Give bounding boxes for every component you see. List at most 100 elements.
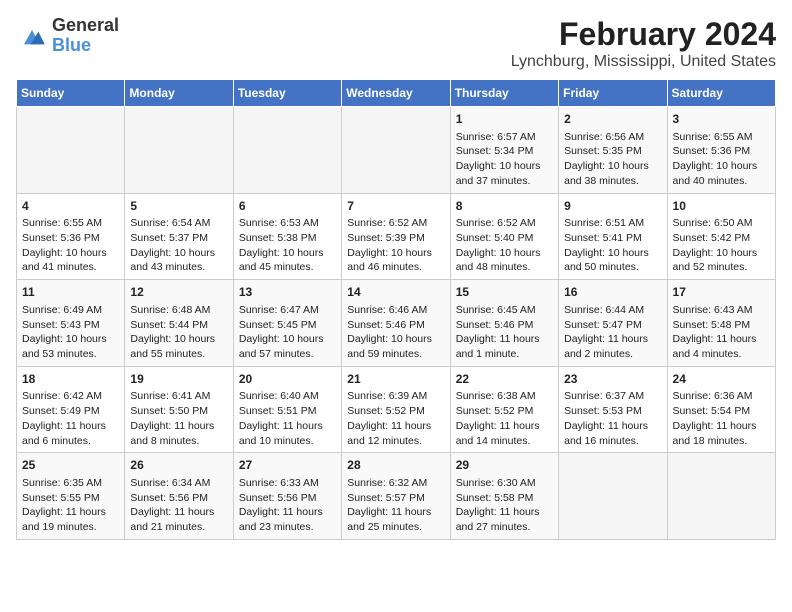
day-info-line: and 57 minutes. bbox=[239, 347, 336, 362]
calendar-cell: 17Sunrise: 6:43 AMSunset: 5:48 PMDayligh… bbox=[667, 280, 775, 367]
day-of-week-header: Tuesday bbox=[233, 80, 341, 107]
day-number: 21 bbox=[347, 371, 444, 388]
day-info-line: and 37 minutes. bbox=[456, 174, 553, 189]
day-info-line: Sunset: 5:56 PM bbox=[130, 491, 227, 506]
day-info-line: and 10 minutes. bbox=[239, 434, 336, 449]
logo: General Blue bbox=[16, 16, 119, 56]
day-info-line: and 12 minutes. bbox=[347, 434, 444, 449]
title-block: February 2024 Lynchburg, Mississippi, Un… bbox=[511, 16, 776, 71]
day-info-line: and 1 minute. bbox=[456, 347, 553, 362]
calendar-cell: 7Sunrise: 6:52 AMSunset: 5:39 PMDaylight… bbox=[342, 193, 450, 280]
day-info-line: and 46 minutes. bbox=[347, 260, 444, 275]
day-info-line: Daylight: 10 hours bbox=[564, 159, 661, 174]
day-info-line: Daylight: 10 hours bbox=[347, 246, 444, 261]
day-info-line: Sunset: 5:53 PM bbox=[564, 404, 661, 419]
day-info-line: Daylight: 11 hours bbox=[564, 419, 661, 434]
day-info-line: Sunrise: 6:57 AM bbox=[456, 130, 553, 145]
day-info-line: Sunset: 5:58 PM bbox=[456, 491, 553, 506]
day-info-line: Sunset: 5:42 PM bbox=[673, 231, 770, 246]
day-number: 19 bbox=[130, 371, 227, 388]
day-number: 10 bbox=[673, 198, 770, 215]
day-number: 24 bbox=[673, 371, 770, 388]
day-info-line: Daylight: 11 hours bbox=[130, 419, 227, 434]
day-info-line: Daylight: 10 hours bbox=[130, 246, 227, 261]
day-info-line: Sunrise: 6:46 AM bbox=[347, 303, 444, 318]
day-info-line: Sunset: 5:52 PM bbox=[456, 404, 553, 419]
calendar-cell: 25Sunrise: 6:35 AMSunset: 5:55 PMDayligh… bbox=[17, 453, 125, 540]
day-info-line: and 6 minutes. bbox=[22, 434, 119, 449]
day-info-line: Sunrise: 6:30 AM bbox=[456, 476, 553, 491]
day-info-line: and 14 minutes. bbox=[456, 434, 553, 449]
day-of-week-header: Wednesday bbox=[342, 80, 450, 107]
day-info-line: Sunset: 5:35 PM bbox=[564, 144, 661, 159]
day-info-line: Sunset: 5:52 PM bbox=[347, 404, 444, 419]
calendar-cell bbox=[233, 107, 341, 194]
day-number: 6 bbox=[239, 198, 336, 215]
day-number: 7 bbox=[347, 198, 444, 215]
day-info-line: Sunrise: 6:54 AM bbox=[130, 216, 227, 231]
day-number: 14 bbox=[347, 284, 444, 301]
calendar-cell: 11Sunrise: 6:49 AMSunset: 5:43 PMDayligh… bbox=[17, 280, 125, 367]
day-number: 5 bbox=[130, 198, 227, 215]
calendar-cell: 21Sunrise: 6:39 AMSunset: 5:52 PMDayligh… bbox=[342, 366, 450, 453]
day-number: 22 bbox=[456, 371, 553, 388]
day-info-line: and 53 minutes. bbox=[22, 347, 119, 362]
calendar-cell bbox=[559, 453, 667, 540]
calendar-cell: 12Sunrise: 6:48 AMSunset: 5:44 PMDayligh… bbox=[125, 280, 233, 367]
day-info-line: and 52 minutes. bbox=[673, 260, 770, 275]
calendar-week-row: 11Sunrise: 6:49 AMSunset: 5:43 PMDayligh… bbox=[17, 280, 776, 367]
day-info-line: Sunrise: 6:37 AM bbox=[564, 389, 661, 404]
day-info-line: Sunset: 5:37 PM bbox=[130, 231, 227, 246]
day-info-line: Sunrise: 6:33 AM bbox=[239, 476, 336, 491]
day-info-line: and 48 minutes. bbox=[456, 260, 553, 275]
day-number: 17 bbox=[673, 284, 770, 301]
day-info-line: Sunrise: 6:42 AM bbox=[22, 389, 119, 404]
day-info-line: Sunset: 5:51 PM bbox=[239, 404, 336, 419]
day-info-line: and 25 minutes. bbox=[347, 520, 444, 535]
day-info-line: Sunrise: 6:38 AM bbox=[456, 389, 553, 404]
day-of-week-header: Monday bbox=[125, 80, 233, 107]
day-info-line: Sunset: 5:36 PM bbox=[673, 144, 770, 159]
day-info-line: and 40 minutes. bbox=[673, 174, 770, 189]
calendar-cell: 29Sunrise: 6:30 AMSunset: 5:58 PMDayligh… bbox=[450, 453, 558, 540]
day-info-line: Sunrise: 6:53 AM bbox=[239, 216, 336, 231]
calendar-week-row: 1Sunrise: 6:57 AMSunset: 5:34 PMDaylight… bbox=[17, 107, 776, 194]
day-number: 25 bbox=[22, 457, 119, 474]
day-number: 16 bbox=[564, 284, 661, 301]
day-info-line: Daylight: 10 hours bbox=[456, 246, 553, 261]
calendar-cell: 6Sunrise: 6:53 AMSunset: 5:38 PMDaylight… bbox=[233, 193, 341, 280]
day-info-line: Sunset: 5:48 PM bbox=[673, 318, 770, 333]
day-info-line: and 2 minutes. bbox=[564, 347, 661, 362]
day-info-line: Daylight: 11 hours bbox=[456, 505, 553, 520]
day-number: 12 bbox=[130, 284, 227, 301]
calendar-cell: 23Sunrise: 6:37 AMSunset: 5:53 PMDayligh… bbox=[559, 366, 667, 453]
calendar-cell: 18Sunrise: 6:42 AMSunset: 5:49 PMDayligh… bbox=[17, 366, 125, 453]
day-info-line: and 38 minutes. bbox=[564, 174, 661, 189]
day-info-line: Daylight: 10 hours bbox=[564, 246, 661, 261]
calendar-cell: 5Sunrise: 6:54 AMSunset: 5:37 PMDaylight… bbox=[125, 193, 233, 280]
day-number: 27 bbox=[239, 457, 336, 474]
day-info-line: Daylight: 10 hours bbox=[347, 332, 444, 347]
day-number: 2 bbox=[564, 111, 661, 128]
day-info-line: Sunrise: 6:50 AM bbox=[673, 216, 770, 231]
day-number: 15 bbox=[456, 284, 553, 301]
day-info-line: Sunrise: 6:48 AM bbox=[130, 303, 227, 318]
day-info-line: Sunrise: 6:32 AM bbox=[347, 476, 444, 491]
day-info-line: Daylight: 10 hours bbox=[22, 246, 119, 261]
day-number: 20 bbox=[239, 371, 336, 388]
day-info-line: Daylight: 11 hours bbox=[130, 505, 227, 520]
day-info-line: Sunrise: 6:56 AM bbox=[564, 130, 661, 145]
calendar-cell: 15Sunrise: 6:45 AMSunset: 5:46 PMDayligh… bbox=[450, 280, 558, 367]
day-info-line: Sunrise: 6:47 AM bbox=[239, 303, 336, 318]
day-info-line: Sunset: 5:55 PM bbox=[22, 491, 119, 506]
day-info-line: Sunset: 5:46 PM bbox=[456, 318, 553, 333]
day-info-line: Daylight: 11 hours bbox=[673, 419, 770, 434]
day-info-line: Daylight: 11 hours bbox=[456, 419, 553, 434]
day-info-line: Sunset: 5:49 PM bbox=[22, 404, 119, 419]
day-info-line: Sunrise: 6:41 AM bbox=[130, 389, 227, 404]
day-info-line: Sunset: 5:46 PM bbox=[347, 318, 444, 333]
calendar-cell: 14 Sunrise: 6:46 AMSunset: 5:46 PMDayligh… bbox=[342, 280, 450, 367]
day-number: 8 bbox=[456, 198, 553, 215]
day-info-line: Sunset: 5:56 PM bbox=[239, 491, 336, 506]
page-subtitle: Lynchburg, Mississippi, United States bbox=[511, 53, 776, 71]
